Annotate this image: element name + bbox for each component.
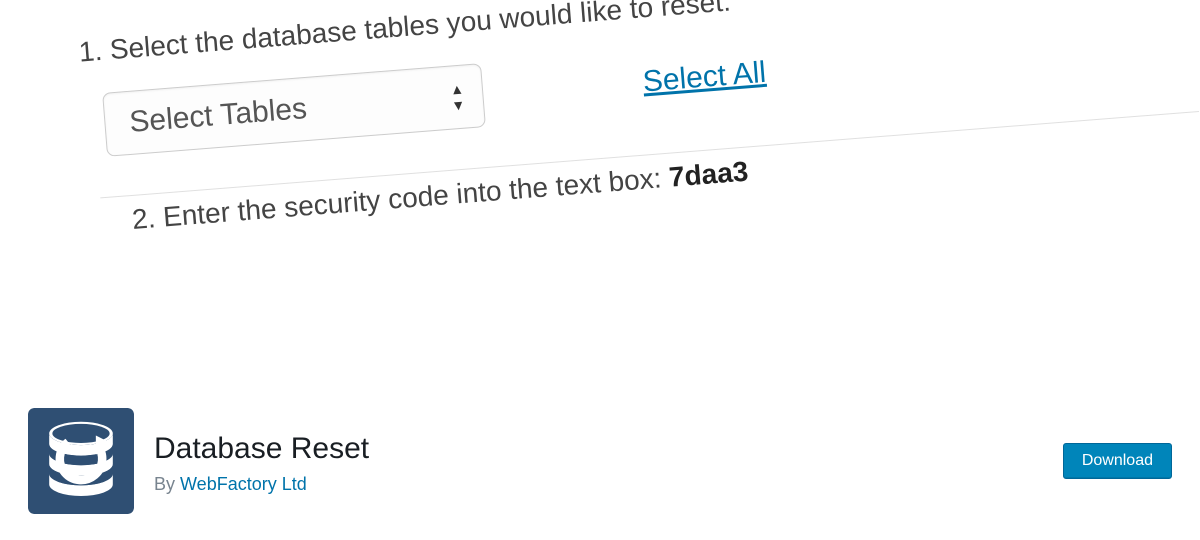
tables-select[interactable]: Select Tables ▲▼	[102, 63, 486, 157]
updown-chevron-icon: ▲▼	[450, 82, 466, 113]
select-all-link[interactable]: Select All	[642, 56, 768, 100]
security-code: 7daa3	[668, 156, 750, 193]
plugin-author-link[interactable]: WebFactory Ltd	[180, 474, 307, 494]
fade-overlay	[0, 340, 1200, 400]
plugin-banner: Database Reset 1. Select the database ta…	[0, 0, 1200, 400]
tables-select-placeholder: Select Tables	[128, 92, 308, 140]
download-button[interactable]: Download	[1063, 443, 1172, 479]
plugin-name: Database Reset	[154, 432, 1043, 466]
plugin-byline: By WebFactory Ltd	[154, 474, 1043, 495]
plugin-header: Database Reset By WebFactory Ltd Downloa…	[0, 394, 1200, 540]
screenshot-content: Database Reset 1. Select the database ta…	[70, 0, 1200, 239]
by-prefix: By	[154, 474, 180, 494]
plugin-icon	[28, 408, 134, 514]
plugin-titles: Database Reset By WebFactory Ltd	[154, 428, 1043, 495]
